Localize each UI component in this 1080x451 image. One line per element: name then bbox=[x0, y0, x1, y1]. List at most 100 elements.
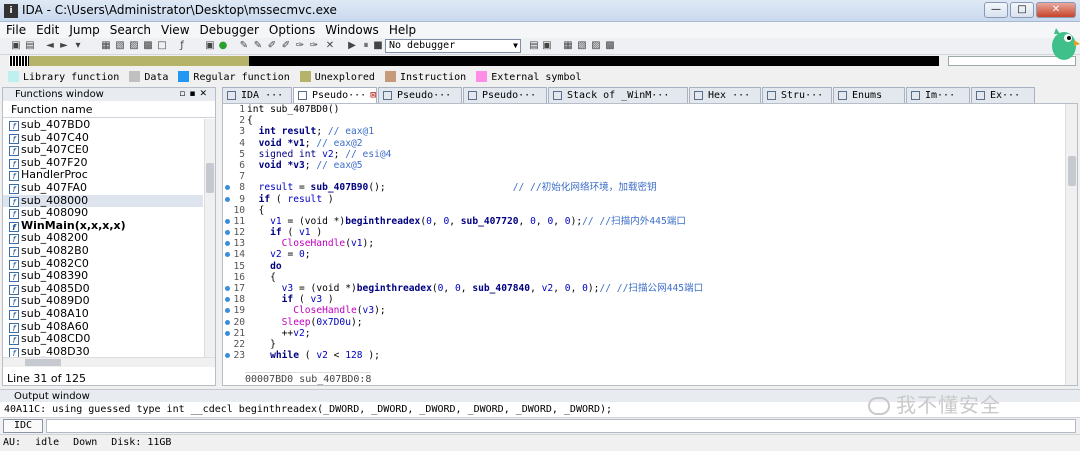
code-line[interactable]: 21 ++v2; bbox=[223, 328, 1063, 339]
dropdown-icon[interactable]: ▾ bbox=[72, 40, 84, 52]
legend-regular-function: Regular function bbox=[178, 71, 290, 83]
minimize-button[interactable]: — bbox=[984, 2, 1008, 18]
code-line[interactable]: 18 if ( v3 ) bbox=[223, 294, 1063, 305]
code-line[interactable]: 22 } bbox=[223, 339, 1063, 350]
menu-search[interactable]: Search bbox=[110, 22, 151, 38]
code-line[interactable]: 16 { bbox=[223, 272, 1063, 283]
tab-3[interactable]: Pseudo··· bbox=[463, 87, 547, 103]
edit4-icon[interactable]: ✐ bbox=[280, 40, 292, 52]
code-line[interactable]: 9 if ( result ) bbox=[223, 194, 1063, 205]
code-line[interactable]: 10 { bbox=[223, 205, 1063, 216]
code-line[interactable]: 19 CloseHandle(v3); bbox=[223, 305, 1063, 316]
menu-windows[interactable]: Windows bbox=[325, 22, 379, 38]
tab-5[interactable]: Hex ··· bbox=[689, 87, 761, 103]
tab-7[interactable]: Enums bbox=[833, 87, 905, 103]
menu-file[interactable]: File bbox=[6, 22, 26, 38]
tab-4[interactable]: Stack of _WinM··· bbox=[548, 87, 688, 103]
pin-icon[interactable]: ▪ bbox=[189, 89, 199, 99]
menu-jump[interactable]: Jump bbox=[69, 22, 99, 38]
tab-6[interactable]: Stru··· bbox=[762, 87, 832, 103]
graph2-icon[interactable]: ▧ bbox=[576, 40, 588, 52]
open-icon[interactable]: ▣ bbox=[10, 40, 22, 52]
image-icon[interactable]: ▣ bbox=[204, 40, 216, 52]
code-line[interactable]: 6 void *v3; // eax@5 bbox=[223, 160, 1063, 171]
code-line[interactable]: 1 int sub_407BD0() bbox=[223, 104, 1063, 115]
function-list-item[interactable]: f sub_408D30 bbox=[3, 344, 203, 357]
functions-window-title: Functions window ▫▪✕ bbox=[3, 88, 215, 101]
code-line[interactable]: 11 v1 = (void *)beginthreadex(0, 0, sub_… bbox=[223, 216, 1063, 227]
navigation-band[interactable] bbox=[9, 56, 939, 66]
tab-0[interactable]: IDA ··· bbox=[222, 87, 292, 103]
pseudocode-text[interactable]: 1 int sub_407BD0() 2{3 int result; // eax@… bbox=[223, 104, 1063, 369]
code-text: { bbox=[247, 204, 265, 216]
function-name: sub_408D30 bbox=[21, 344, 90, 357]
edit2-icon[interactable]: ✎ bbox=[252, 40, 264, 52]
idc-button[interactable]: IDC bbox=[3, 419, 43, 433]
code-line[interactable]: 2{ bbox=[223, 115, 1063, 126]
code-line[interactable]: 23 while ( v2 < 128 ); bbox=[223, 350, 1063, 361]
tab-1[interactable]: Pseudo··· ⊠ bbox=[293, 87, 377, 103]
menu-debugger[interactable]: Debugger bbox=[200, 22, 259, 38]
debug-options-icon[interactable]: ▤ bbox=[528, 40, 540, 52]
disk-space: Disk: 11GB bbox=[111, 437, 172, 448]
edit5-icon[interactable]: ✑ bbox=[294, 40, 306, 52]
functions-vertical-scrollbar[interactable] bbox=[204, 119, 215, 357]
data-icon[interactable]: ▧ bbox=[114, 40, 126, 52]
pause-icon[interactable]: ⏸ bbox=[360, 40, 372, 52]
maximize-button[interactable]: □ bbox=[1010, 2, 1034, 18]
functions-horizontal-scrollbar[interactable] bbox=[3, 357, 215, 367]
forward-icon[interactable]: ► bbox=[58, 40, 70, 52]
attach-icon[interactable]: ▣ bbox=[541, 40, 553, 52]
tab-view-icon bbox=[383, 91, 392, 100]
pseudocode-vertical-scrollbar[interactable] bbox=[1065, 104, 1077, 385]
run-state-icon[interactable]: ● bbox=[217, 40, 229, 52]
pseudocode-view[interactable]: 1 int sub_407BD0() 2{3 int result; // eax@… bbox=[222, 103, 1078, 386]
menu-help[interactable]: Help bbox=[389, 22, 416, 38]
close-tab-icon[interactable]: ⊠ bbox=[370, 90, 376, 101]
debugger-select[interactable]: No debugger ▼ bbox=[385, 39, 521, 53]
code-line[interactable]: 12 if ( v1 ) bbox=[223, 227, 1063, 238]
graph3-icon[interactable]: ▨ bbox=[590, 40, 602, 52]
code-line[interactable]: 7 bbox=[223, 171, 1063, 182]
command-input[interactable] bbox=[46, 419, 1076, 433]
edit3-icon[interactable]: ✐ bbox=[266, 40, 278, 52]
function-name-column-header[interactable]: Function name bbox=[3, 101, 215, 118]
code-line[interactable]: 15 do bbox=[223, 261, 1063, 272]
save-icon[interactable]: ▤ bbox=[24, 40, 36, 52]
code-line[interactable]: 20 Sleep(0x7D0u); bbox=[223, 317, 1063, 328]
tab-9[interactable]: Ex··· bbox=[971, 87, 1035, 103]
string-icon[interactable]: ▨ bbox=[128, 40, 140, 52]
code-line[interactable]: 17 v3 = (void *)beginthreadex(0, 0, sub_… bbox=[223, 283, 1063, 294]
code-text: signed int v2; // esi@4 bbox=[258, 148, 392, 160]
undefine-icon[interactable]: □ bbox=[156, 40, 168, 52]
code-line[interactable]: 13 CloseHandle(v1); bbox=[223, 238, 1063, 249]
debugger-value: No debugger bbox=[389, 40, 456, 51]
menu-edit[interactable]: Edit bbox=[36, 22, 59, 38]
close-button[interactable]: ✕ bbox=[1036, 2, 1076, 18]
code-line[interactable]: 14 v2 = 0; bbox=[223, 249, 1063, 260]
back-icon[interactable]: ◄ bbox=[44, 40, 56, 52]
edit6-icon[interactable]: ✑ bbox=[308, 40, 320, 52]
tab-8[interactable]: Im··· bbox=[906, 87, 970, 103]
close-panel-icon[interactable]: ✕ bbox=[199, 89, 211, 99]
float-icon[interactable]: ▫ bbox=[179, 89, 189, 99]
code-line[interactable]: 3 int result; // eax@1 bbox=[223, 126, 1063, 137]
code-line[interactable]: 5 signed int v2; // esi@4 bbox=[223, 149, 1063, 160]
function-list[interactable]: f sub_407BD0 f sub_407C40 f sub_407CE0 f sub_40… bbox=[3, 119, 203, 357]
function-icon[interactable]: ƒ bbox=[176, 40, 188, 52]
array-icon[interactable]: ▩ bbox=[142, 40, 154, 52]
menu-view[interactable]: View bbox=[161, 22, 189, 38]
graph-icon[interactable]: ▦ bbox=[562, 40, 574, 52]
stop-icon[interactable]: ■ bbox=[372, 40, 384, 52]
tab-2[interactable]: Pseudo··· bbox=[378, 87, 462, 103]
graph4-icon[interactable]: ▩ bbox=[604, 40, 616, 52]
delete-icon[interactable]: ✕ bbox=[324, 40, 336, 52]
play-icon[interactable]: ▶ bbox=[346, 40, 358, 52]
code-text: v1 = (void *)beginthreadex(0, 0, sub_407… bbox=[270, 215, 686, 227]
edit-icon[interactable]: ✎ bbox=[238, 40, 250, 52]
code-icon[interactable]: ▦ bbox=[100, 40, 112, 52]
code-line[interactable]: 8 result = sub_407B90(); // //初始化网络环境，加载… bbox=[223, 182, 1063, 193]
menu-options[interactable]: Options bbox=[269, 22, 315, 38]
line-number: 3 bbox=[239, 126, 245, 138]
code-line[interactable]: 4 void *v1; // eax@2 bbox=[223, 138, 1063, 149]
